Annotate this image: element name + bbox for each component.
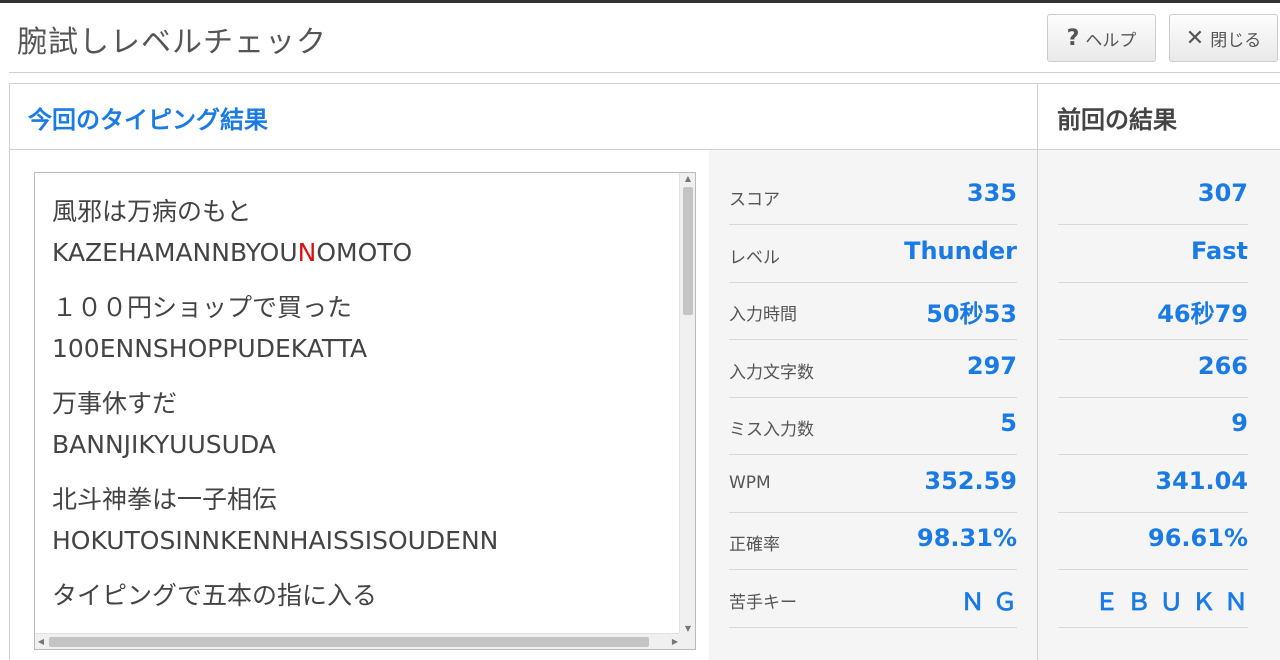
stat-current-value: Ｎ Ｇ xyxy=(960,587,1017,616)
results-panel: 今回のタイピング結果 前回の結果 風邪は万病のもと KAZEHAMANNBYOUN… xyxy=(9,83,1280,660)
stat-row: レベル Thunder xyxy=(729,226,1017,283)
typing-log-item: 北斗神拳は一子相伝 HOKUTOSINNKENNHAISSISOUDENN xyxy=(52,479,667,561)
stat-previous-value: 96.61% xyxy=(1148,524,1248,552)
stat-previous-value: 341.04 xyxy=(1155,466,1248,495)
typing-log-section: 風邪は万病のもと KAZEHAMANNBYOUNOMOTO １００円ショップで買った… xyxy=(10,150,709,660)
previous-stat-row: 266 xyxy=(1058,341,1248,398)
previous-stat-row: Ｅ Ｂ Ｕ Ｋ Ｎ xyxy=(1058,571,1248,628)
previous-stats-column: 307 Fast 46秒79 266 9 341.04 96.61% Ｅ Ｂ Ｕ Ｋ Ｎ xyxy=(1037,150,1280,660)
stat-row: 苦手キー Ｎ Ｇ xyxy=(729,571,1017,628)
romaji-line: 100ENNSHOPPUDEKATTA xyxy=(52,329,667,369)
japanese-line: １００円ショップで買った xyxy=(52,293,353,322)
header-column-divider xyxy=(1037,84,1038,150)
stat-previous-value: 266 xyxy=(1197,351,1248,380)
horizontal-scrollbar[interactable]: ◀ ▶ xyxy=(35,633,681,649)
romaji-error-char: N xyxy=(297,238,317,267)
romaji-typed-text: HOKUTOSINNKENNHAISSISOUDENN xyxy=(52,526,499,555)
previous-stat-row: 307 xyxy=(1058,168,1248,225)
stat-current-value: 335 xyxy=(966,179,1017,207)
horizontal-scroll-thumb[interactable] xyxy=(49,637,649,647)
scroll-up-icon[interactable]: ▲ xyxy=(680,173,695,185)
typing-log-box[interactable]: 風邪は万病のもと KAZEHAMANNBYOUNOMOTO １００円ショップで買った… xyxy=(34,172,696,650)
previous-results-title: 前回の結果 xyxy=(1057,106,1177,134)
japanese-line: タイピングで五本の指に入る xyxy=(52,581,378,610)
stat-label: 正確率 xyxy=(729,535,780,555)
stat-previous-value: Fast xyxy=(1191,236,1248,265)
stat-row: WPM 352.59 xyxy=(729,456,1017,513)
stat-row: 入力文字数 297 xyxy=(729,341,1017,398)
stat-current-value: Thunder xyxy=(904,236,1017,265)
page-title: 腕試しレベルチェック xyxy=(17,25,327,60)
stat-row: ミス入力数 5 xyxy=(729,398,1017,455)
romaji-typed-text: BANNJIKYUUSUDA xyxy=(52,430,276,459)
current-results-title: 今回のタイピング結果 xyxy=(28,106,268,134)
typing-log-item: 風邪は万病のもと KAZEHAMANNBYOUNOMOTO xyxy=(52,191,667,273)
scroll-left-icon[interactable]: ◀ xyxy=(35,634,47,649)
previous-stat-row: 46秒79 xyxy=(1058,283,1248,340)
stat-label: WPM xyxy=(729,472,771,493)
typing-log-item: 万事休すだ BANNJIKYUUSUDA xyxy=(52,383,667,465)
close-icon: ✕ xyxy=(1185,25,1205,51)
stat-label: レベル xyxy=(729,247,780,268)
question-icon: ? xyxy=(1066,25,1080,51)
japanese-line: 万事休すだ xyxy=(52,389,178,418)
stat-row: 正確率 98.31% xyxy=(729,513,1017,570)
header-divider xyxy=(9,72,1280,73)
previous-stat-row: 96.61% xyxy=(1058,513,1248,570)
stat-previous-value: Ｅ Ｂ Ｕ Ｋ Ｎ xyxy=(1094,587,1248,616)
stat-current-value: 98.31% xyxy=(917,524,1017,552)
stat-row: スコア 335 xyxy=(729,168,1017,225)
vertical-scrollbar[interactable]: ▲ ▼ xyxy=(679,173,695,635)
stat-label: スコア xyxy=(729,190,780,210)
stat-previous-value: 46秒79 xyxy=(1157,300,1248,328)
header: 腕試しレベルチェック ? ヘルプ ✕ 閉じる xyxy=(0,3,1280,71)
stat-current-value: 50秒53 xyxy=(926,300,1017,328)
stat-row: 入力時間 50秒53 xyxy=(729,283,1017,340)
close-button[interactable]: ✕ 閉じる xyxy=(1169,14,1278,62)
vertical-scroll-thumb[interactable] xyxy=(683,187,693,315)
stat-previous-value: 307 xyxy=(1197,179,1248,207)
romaji-typed-text: 100ENNSHOPPUDEKATTA xyxy=(52,334,368,363)
japanese-line: 北斗神拳は一子相伝 xyxy=(52,485,278,514)
current-stats-column: スコア 335 レベル Thunder 入力時間 50秒53 入力文字数 297 ミス入力数 5 W… xyxy=(709,150,1037,660)
japanese-line: 風邪は万病のもと xyxy=(52,197,252,226)
romaji-typed-text: KAZEHAMANNBYOU xyxy=(52,238,298,267)
help-button[interactable]: ? ヘルプ xyxy=(1047,14,1156,62)
stat-label: ミス入力数 xyxy=(729,420,814,440)
stat-label: 入力時間 xyxy=(729,305,797,325)
typing-log-lines: 風邪は万病のもと KAZEHAMANNBYOUNOMOTO １００円ショップで買った… xyxy=(52,191,667,631)
close-button-label: 閉じる xyxy=(1210,30,1262,51)
romaji-remaining-text: OMOTO xyxy=(316,238,413,267)
romaji-line: BANNJIKYUUSUDA xyxy=(52,425,667,465)
previous-stat-row: Fast xyxy=(1058,226,1248,283)
stat-label: 入力文字数 xyxy=(729,362,814,383)
help-button-label: ヘルプ xyxy=(1085,30,1137,51)
stat-current-value: 297 xyxy=(966,351,1017,380)
romaji-line: HOKUTOSINNKENNHAISSISOUDENN xyxy=(52,521,667,561)
stat-current-value: 352.59 xyxy=(924,466,1017,495)
romaji-line: KAZEHAMANNBYOUNOMOTO xyxy=(52,233,667,273)
stat-previous-value: 9 xyxy=(1231,409,1248,437)
previous-stat-row: 9 xyxy=(1058,398,1248,455)
previous-stat-row: 341.04 xyxy=(1058,456,1248,513)
scrollbar-corner xyxy=(679,633,695,649)
stat-label: 苦手キー xyxy=(729,592,797,613)
typing-log-item: １００円ショップで買った 100ENNSHOPPUDEKATTA xyxy=(52,287,667,369)
stat-current-value: 5 xyxy=(1000,409,1017,437)
panel-header: 今回のタイピング結果 前回の結果 xyxy=(10,84,1280,150)
typing-log-item: タイピングで五本の指に入る xyxy=(52,575,667,617)
